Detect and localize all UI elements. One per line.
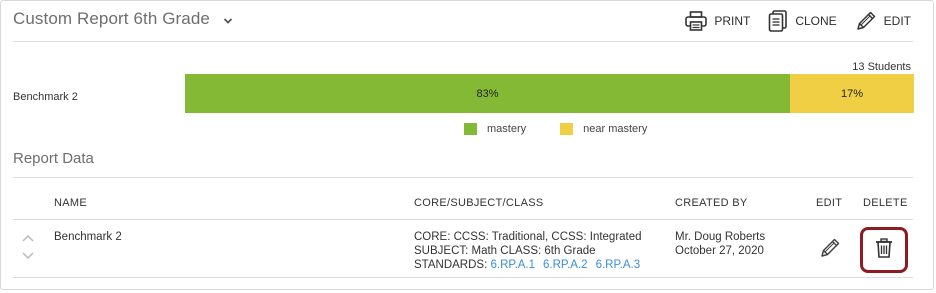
edit-label: EDIT [883,14,911,28]
created-date: October 27, 2020 [675,245,764,257]
reorder-handle[interactable] [21,230,37,262]
header-divider [13,41,913,42]
chevron-up-icon[interactable] [21,230,35,248]
row-divider [13,277,913,278]
bar-value-label: 17% [841,87,864,100]
created-by: Mr. Doug Roberts October 27, 2020 [675,230,765,258]
toolbar: PRINT CLONE EDIT [685,10,911,32]
clone-label: CLONE [795,14,837,28]
report-panel: Custom Report 6th Grade PRINT CLONE EDIT… [0,0,934,290]
pencil-icon [855,10,877,32]
standard-link[interactable]: 6.RP.A.1 [490,259,535,271]
print-button[interactable]: PRINT [685,10,750,32]
pencil-icon [819,238,841,263]
table-header-divider [13,219,913,220]
bar-segment-near-mastery: 17% [790,74,914,113]
legend-swatch-near-mastery [560,123,574,135]
legend-item-mastery: mastery [464,123,526,135]
chevron-down-icon [223,10,233,30]
core-line: CORE: CCSS: Traditional, CCSS: Integrate… [414,231,642,243]
section-title: Report Data [13,150,94,167]
column-header-delete: DELETE [863,197,908,209]
standard-link[interactable]: 6.RP.A.2 [543,259,588,271]
report-title-dropdown[interactable]: Custom Report 6th Grade [13,9,233,30]
print-label: PRINT [714,14,751,28]
chevron-down-icon[interactable] [21,247,35,265]
bar-value-label: 83% [476,87,499,100]
printer-icon [685,11,708,31]
edit-report-button[interactable]: EDIT [855,10,911,32]
column-header-created-by: CREATED BY [675,197,748,209]
standards-line: STANDARDS: 6.RP.A.1 6.RP.A.2 6.RP.A.3 [414,258,648,272]
column-header-edit: EDIT [816,197,843,209]
edit-row-button[interactable] [819,237,841,264]
core-subject-class: CORE: CCSS: Traditional, CCSS: Integrate… [414,230,648,272]
column-header-core: CORE/SUBJECT/CLASS [414,197,544,209]
bar-category-label: Benchmark 2 [13,91,78,103]
legend-item-near-mastery: near mastery [560,123,647,135]
section-divider [13,177,913,178]
legend-label-mastery: mastery [487,123,527,135]
chart-legend: mastery near mastery [464,123,647,135]
student-count: 13 Students [852,61,911,73]
creator-name: Mr. Doug Roberts [675,231,766,243]
bar-segment-mastery: 83% [185,74,791,113]
legend-swatch-mastery [464,123,477,135]
report-name: Benchmark 2 [54,231,122,243]
stacked-bar: 83% 17% [185,74,914,113]
column-header-name: NAME [54,197,87,209]
standard-link[interactable]: 6.RP.A.3 [596,259,641,271]
clone-icon [768,10,788,32]
standards-label: STANDARDS: [414,259,488,271]
clone-button[interactable]: CLONE [768,10,837,32]
legend-label-near-mastery: near mastery [583,123,648,135]
page-title: Custom Report 6th Grade [13,9,210,28]
subject-line: SUBJECT: Math CLASS: 6th Grade [414,245,596,257]
delete-row-button[interactable] [860,227,908,273]
trash-icon [875,237,893,263]
